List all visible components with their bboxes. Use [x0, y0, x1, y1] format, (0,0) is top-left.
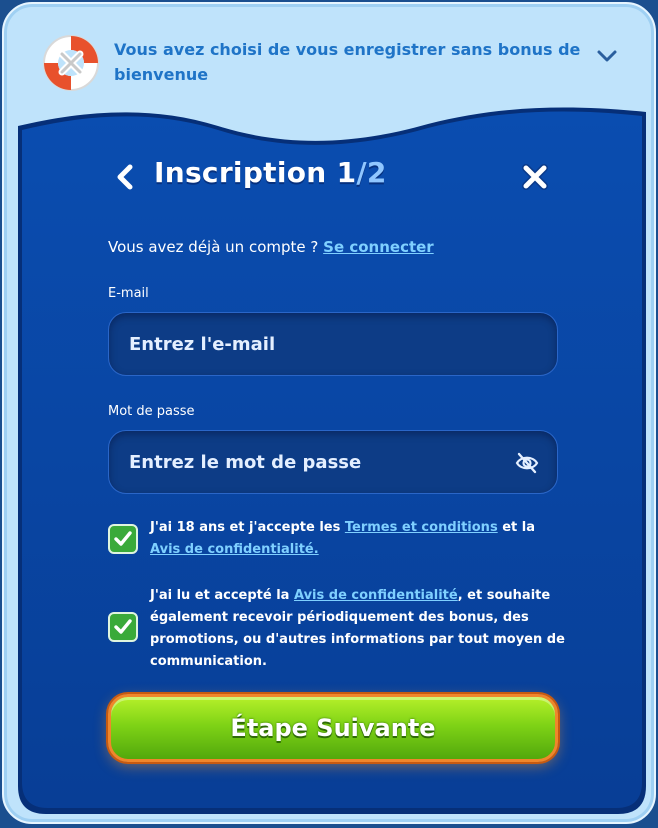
login-prompt: Vous avez déjà un compte ? Se connecter [108, 238, 434, 256]
lifebuoy-icon [43, 35, 99, 91]
terms-text-1: J'ai 18 ans et j'accepte les [150, 520, 345, 535]
terms-link[interactable]: Termes et conditions [345, 520, 498, 535]
eye-off-icon[interactable] [515, 452, 539, 474]
marketing-consent-text: J'ai lu et accepté la Avis de confidenti… [150, 585, 570, 673]
email-field[interactable] [129, 313, 509, 375]
next-step-label: Étape Suivante [230, 714, 436, 742]
email-label: E-mail [108, 286, 149, 301]
privacy-link-2[interactable]: Avis de confidentialité [294, 588, 458, 603]
no-bonus-banner[interactable]: Vous avez choisi de vous enregistrer san… [4, 4, 658, 114]
title-step-suffix: /2 [356, 156, 387, 189]
close-icon[interactable] [520, 162, 550, 192]
terms-consent-text: J'ai 18 ans et j'accepte les Termes et c… [150, 517, 570, 561]
login-link[interactable]: Se connecter [323, 238, 434, 256]
terms-text-2: et la [497, 520, 535, 535]
privacy-link-1[interactable]: Avis de confidentialité. [150, 542, 319, 557]
checkmark-icon [114, 531, 132, 546]
chevron-down-icon[interactable] [596, 48, 618, 64]
marketing-text-1: J'ai lu et accepté la [150, 588, 294, 603]
password-field-container [108, 430, 558, 494]
marketing-checkbox[interactable] [108, 612, 138, 642]
email-field-container [108, 312, 558, 376]
checkmark-icon [114, 619, 132, 634]
login-prompt-text: Vous avez déjà un compte ? [108, 238, 324, 256]
title-text: Inscription 1 [154, 156, 357, 189]
terms-checkbox[interactable] [108, 524, 138, 554]
form-panel: Inscription 1/2 Vous avez déjà un compte… [18, 104, 646, 816]
next-step-button[interactable]: Étape Suivante [108, 694, 558, 762]
back-arrow-icon[interactable] [112, 162, 138, 192]
password-label: Mot de passe [108, 404, 195, 419]
banner-text: Vous avez choisi de vous enregistrer san… [114, 40, 581, 84]
page-title: Inscription 1/2 [154, 156, 387, 189]
registration-modal: Vous avez choisi de vous enregistrer san… [2, 2, 656, 824]
password-field[interactable] [129, 431, 509, 493]
